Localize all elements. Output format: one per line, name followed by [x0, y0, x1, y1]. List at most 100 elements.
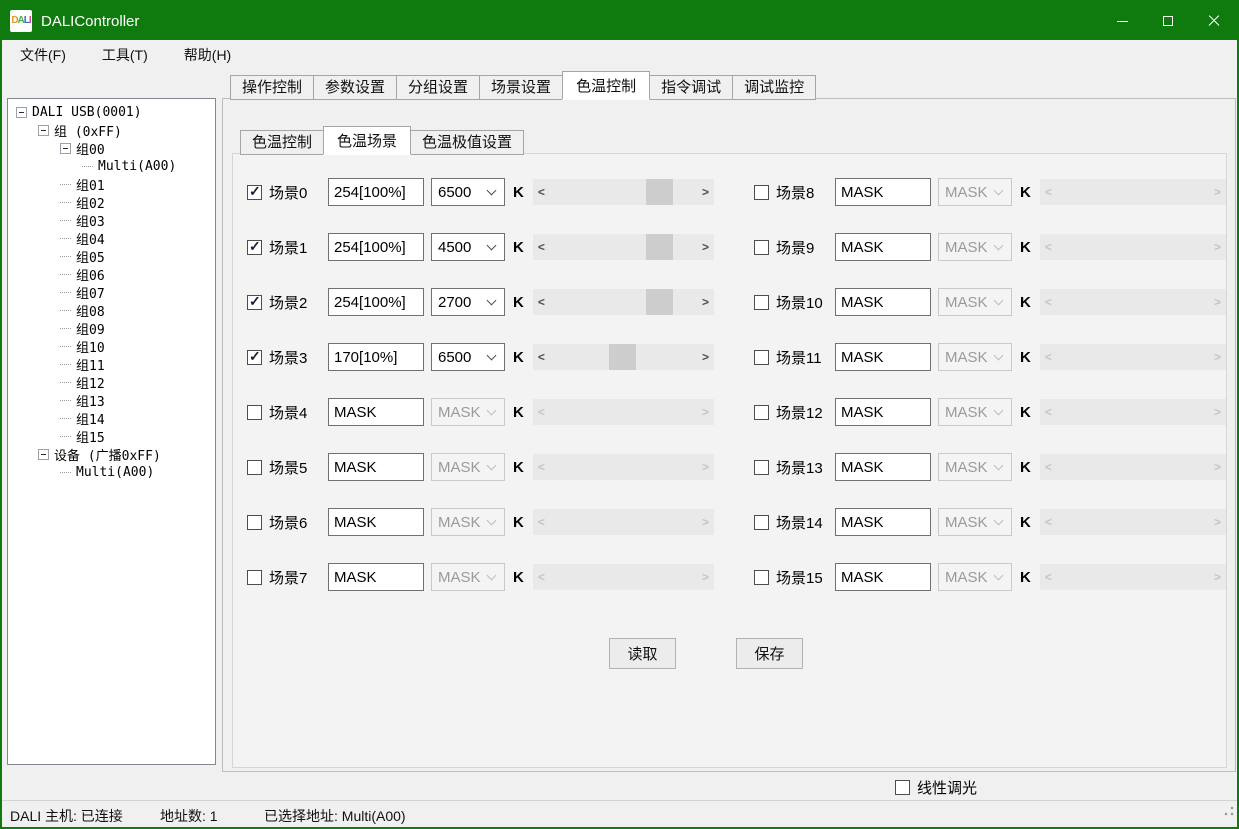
scroll-thumb[interactable] [646, 234, 673, 260]
colortemp-scrollbar[interactable]: < > [1040, 399, 1226, 425]
scroll-track[interactable] [1057, 509, 1209, 535]
tree-node[interactable]: 组11 [10, 355, 213, 373]
scene-checkbox[interactable]: ✓ [247, 515, 262, 530]
scroll-track[interactable] [1057, 454, 1209, 480]
scene-level-input[interactable] [328, 288, 424, 316]
tree-node[interactable]: Multi(A00) [10, 463, 213, 481]
scroll-left-arrow-icon[interactable]: < [1040, 240, 1057, 254]
scene-level-input[interactable] [835, 343, 931, 371]
tree-node[interactable]: 组06 [10, 265, 213, 283]
tree-node[interactable]: 组03 [10, 211, 213, 229]
scene-checkbox[interactable]: ✓ [247, 295, 262, 310]
close-button[interactable] [1191, 2, 1237, 40]
tree-node[interactable]: 组12 [10, 373, 213, 391]
save-button[interactable]: 保存 [736, 638, 803, 669]
scroll-left-arrow-icon[interactable]: < [533, 350, 550, 364]
scene-checkbox[interactable]: ✓ [754, 460, 769, 475]
scene-checkbox[interactable]: ✓ [754, 295, 769, 310]
scene-checkbox[interactable]: ✓ [247, 405, 262, 420]
scene-level-input[interactable] [835, 178, 931, 206]
scene-colortemp-dropdown[interactable]: 6500 [431, 178, 505, 206]
scroll-right-arrow-icon[interactable]: > [1209, 185, 1226, 199]
menu-item[interactable]: 帮助(H) [184, 45, 231, 65]
scene-checkbox[interactable]: ✓ [247, 460, 262, 475]
tree-collapse-icon[interactable] [60, 143, 71, 154]
tree-node[interactable]: 组 (0xFF) [10, 121, 213, 139]
tree-node[interactable]: 组05 [10, 247, 213, 265]
colortemp-scrollbar[interactable]: < > [533, 234, 714, 260]
scroll-left-arrow-icon[interactable]: < [1040, 515, 1057, 529]
tree-node[interactable]: 组07 [10, 283, 213, 301]
tab[interactable]: 参数设置 [313, 75, 397, 100]
scroll-left-arrow-icon[interactable]: < [1040, 185, 1057, 199]
scroll-right-arrow-icon[interactable]: > [1209, 515, 1226, 529]
colortemp-scrollbar[interactable]: < > [1040, 179, 1226, 205]
resize-grip[interactable] [1224, 806, 1234, 816]
tab[interactable]: 调试监控 [732, 75, 816, 100]
tab[interactable]: 场景设置 [479, 75, 563, 100]
tree-collapse-icon[interactable] [16, 107, 27, 118]
tab[interactable]: 分组设置 [396, 75, 480, 100]
scene-level-input[interactable] [328, 563, 424, 591]
tree-node[interactable]: 组15 [10, 427, 213, 445]
scene-level-input[interactable] [835, 288, 931, 316]
scene-colortemp-dropdown[interactable]: 2700 [431, 288, 505, 316]
scene-level-input[interactable] [835, 453, 931, 481]
scene-colortemp-dropdown[interactable]: 6500 [431, 343, 505, 371]
tree-node[interactable]: 组08 [10, 301, 213, 319]
linear-dimming-checkbox[interactable]: ✓ [895, 780, 910, 795]
tree-node[interactable]: 组10 [10, 337, 213, 355]
scroll-left-arrow-icon[interactable]: < [1040, 570, 1057, 584]
scroll-right-arrow-icon[interactable]: > [697, 405, 714, 419]
scroll-right-arrow-icon[interactable]: > [697, 240, 714, 254]
scroll-track[interactable] [1057, 344, 1209, 370]
scroll-right-arrow-icon[interactable]: > [697, 460, 714, 474]
colortemp-scrollbar[interactable]: < > [533, 564, 714, 590]
scene-level-input[interactable] [328, 343, 424, 371]
scroll-track[interactable] [1057, 399, 1209, 425]
minimize-button[interactable] [1099, 2, 1145, 40]
scroll-right-arrow-icon[interactable]: > [697, 570, 714, 584]
scene-colortemp-dropdown[interactable]: MASK [938, 563, 1012, 591]
scroll-left-arrow-icon[interactable]: < [533, 295, 550, 309]
scroll-track[interactable] [550, 234, 697, 260]
tree-node[interactable]: 组01 [10, 175, 213, 193]
scroll-right-arrow-icon[interactable]: > [1209, 460, 1226, 474]
scroll-track[interactable] [550, 289, 697, 315]
scroll-track[interactable] [1057, 179, 1209, 205]
scroll-right-arrow-icon[interactable]: > [1209, 295, 1226, 309]
scene-checkbox[interactable]: ✓ [754, 405, 769, 420]
scene-level-input[interactable] [835, 508, 931, 536]
tree-node[interactable]: 组09 [10, 319, 213, 337]
scroll-thumb[interactable] [609, 344, 636, 370]
scene-colortemp-dropdown[interactable]: MASK [938, 508, 1012, 536]
scene-level-input[interactable] [328, 508, 424, 536]
scroll-right-arrow-icon[interactable]: > [1209, 350, 1226, 364]
scene-colortemp-dropdown[interactable]: 4500 [431, 233, 505, 261]
colortemp-scrollbar[interactable]: < > [533, 344, 714, 370]
tree-node[interactable]: 组02 [10, 193, 213, 211]
tab[interactable]: 指令调试 [649, 75, 733, 100]
scroll-left-arrow-icon[interactable]: < [533, 405, 550, 419]
scene-checkbox[interactable]: ✓ [754, 515, 769, 530]
scroll-right-arrow-icon[interactable]: > [697, 185, 714, 199]
scroll-track[interactable] [550, 564, 697, 590]
scroll-right-arrow-icon[interactable]: > [1209, 240, 1226, 254]
scene-level-input[interactable] [328, 178, 424, 206]
tree-collapse-icon[interactable] [38, 449, 49, 460]
scroll-track[interactable] [1057, 234, 1209, 260]
scroll-left-arrow-icon[interactable]: < [1040, 405, 1057, 419]
tab[interactable]: 色温场景 [323, 126, 411, 155]
colortemp-scrollbar[interactable]: < > [1040, 289, 1226, 315]
tree-node[interactable]: 设备 (广播0xFF) [10, 445, 213, 463]
scene-checkbox[interactable]: ✓ [247, 185, 262, 200]
scroll-right-arrow-icon[interactable]: > [1209, 405, 1226, 419]
scene-checkbox[interactable]: ✓ [247, 570, 262, 585]
scroll-right-arrow-icon[interactable]: > [697, 350, 714, 364]
scene-colortemp-dropdown[interactable]: MASK [431, 453, 505, 481]
scroll-right-arrow-icon[interactable]: > [1209, 570, 1226, 584]
scene-level-input[interactable] [328, 398, 424, 426]
scroll-thumb[interactable] [646, 289, 673, 315]
scroll-track[interactable] [550, 344, 697, 370]
scene-colortemp-dropdown[interactable]: MASK [431, 398, 505, 426]
